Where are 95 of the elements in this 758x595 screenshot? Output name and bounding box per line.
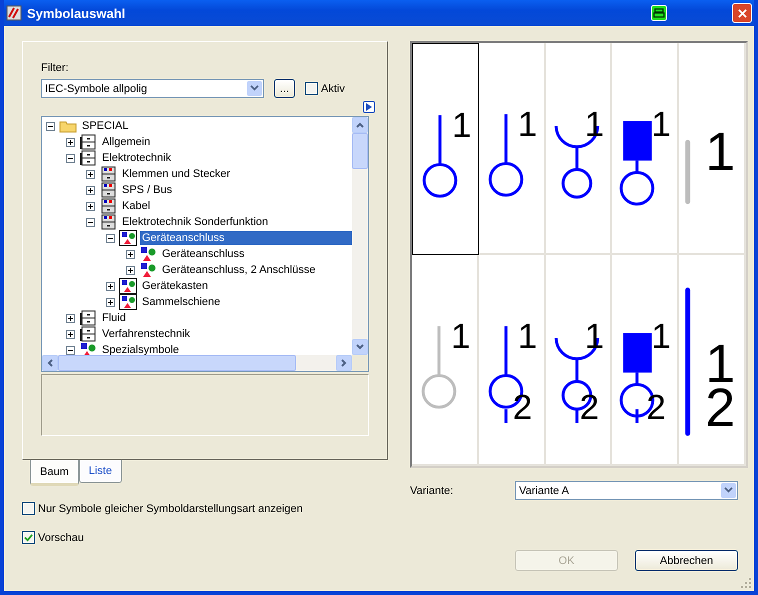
tree-item[interactable]: Geräteanschluss [140,231,352,245]
pin-number: 2 [512,390,532,424]
expand-toggle[interactable] [106,298,115,306]
scroll-thumb[interactable] [352,133,368,169]
tree-item[interactable]: SPS / Bus [120,183,174,197]
play-icon[interactable] [363,101,375,113]
tree-item[interactable]: Sammelschiene [140,295,222,309]
variant-label: Variante: [410,484,454,496]
tree-item[interactable]: SPECIAL [80,119,130,133]
close-icon [738,8,746,18]
expand-toggle[interactable] [66,314,75,322]
tree-item[interactable]: Gerätekasten [140,279,210,293]
scroll-right-icon[interactable] [336,355,352,371]
collapse-toggle[interactable] [86,218,95,226]
scroll-down-icon[interactable] [352,339,368,355]
expand-toggle[interactable] [86,202,95,210]
collapse-toggle[interactable] [106,234,115,242]
symbol-cell[interactable]: 1 [412,43,479,254]
symbol-cell[interactable]: 1 [612,43,680,254]
pin-number: 2 [705,380,736,434]
filter-label: Filter: [41,62,70,74]
cabinet-icon [79,326,97,342]
symbol-icon [139,262,157,278]
collapse-toggle[interactable] [66,346,75,354]
tree-item[interactable]: Elektrotechnik [100,151,174,165]
checkbox-label: Aktiv [321,82,345,94]
expand-toggle[interactable] [86,186,95,194]
pin-number: 1 [584,107,604,142]
checkbox[interactable] [305,82,318,95]
resize-grip-icon[interactable] [740,577,752,589]
symbol-cell[interactable]: 1 2 [612,254,680,466]
collapse-toggle[interactable] [46,122,55,130]
scroll-up-icon[interactable] [352,117,368,133]
tree-item[interactable]: Geräteanschluss [160,247,247,261]
symbol-cell[interactable]: 1 2 [679,254,746,466]
pin-number: 1 [651,318,671,354]
expand-toggle[interactable] [126,250,135,258]
app-icon [6,5,22,21]
expand-toggle[interactable] [86,170,95,178]
checkbox-label: Vorschau [38,532,84,544]
symbol-icon [79,342,97,355]
expand-toggle[interactable] [106,282,115,290]
tree-item[interactable]: Allgemein [100,135,152,149]
pin-number: 1 [452,108,472,143]
tree-item[interactable]: Spezialsymbole [100,343,182,355]
cabinet-icon [79,134,97,150]
cabinet-icon [79,150,97,166]
cabinet-icon [99,166,117,182]
symbol-cell[interactable]: 1 [478,43,546,254]
tab[interactable]: Liste [78,460,122,483]
collapse-toggle[interactable] [66,154,75,162]
symbol-cell[interactable]: 1 [679,43,746,254]
scroll-thumb[interactable] [58,355,296,371]
scroll-left-icon[interactable] [42,355,58,371]
tree-item[interactable]: Verfahrenstechnik [100,327,192,341]
pin-number: 1 [518,318,538,354]
cabinet-icon [99,214,117,230]
pin-number: 1 [584,318,604,354]
symbol-icon [119,294,137,310]
expand-toggle[interactable] [66,330,75,338]
browse-button[interactable]: ... [274,79,295,98]
tree-item[interactable]: Klemmen und Stecker [120,167,232,181]
pin-number: 2 [646,390,666,424]
close-button[interactable] [732,3,752,23]
symbol-icon [119,230,137,246]
tree-item[interactable]: Fluid [100,311,128,325]
tree-item[interactable]: Elektrotechnik Sonderfunktion [120,215,270,229]
printer-icon[interactable] [651,5,667,21]
tab[interactable]: Baum [30,460,79,486]
pin-number: 1 [705,125,736,179]
symbol-cell[interactable]: 1 [412,254,479,466]
symbol-cell[interactable]: 1 [546,43,612,254]
symbol-icon [139,246,157,262]
dialog-button[interactable]: Abbrechen [635,550,738,571]
checkbox[interactable] [22,502,35,515]
tree-item[interactable]: Kabel [120,199,152,213]
pin-number: 1 [518,107,538,142]
pin-number: 1 [451,318,470,354]
filter-dropdown[interactable]: IEC-Symbole allpolig [41,79,264,98]
checkbox[interactable] [22,531,35,544]
symbol-cell[interactable]: 1 2 [478,254,546,466]
cabinet-icon [79,310,97,326]
horizontal-scrollbar[interactable] [42,355,368,371]
variant-dropdown[interactable]: Variante A [515,481,738,500]
scrollbar-corner [352,355,368,371]
pin-number: 1 [651,107,671,142]
cabinet-icon [99,182,117,198]
checkbox-label: Nur Symbole gleicher Symboldarstellungsart anzeigen [38,502,303,514]
symbol-icon [119,278,137,294]
tree-item[interactable]: Geräteanschluss, 2 Anschlüsse [160,263,318,277]
cabinet-icon [99,198,117,214]
expand-toggle[interactable] [66,138,75,146]
vertical-scrollbar[interactable] [352,117,368,355]
window-title: Symbolauswahl [27,6,126,20]
expand-toggle[interactable] [126,266,135,274]
